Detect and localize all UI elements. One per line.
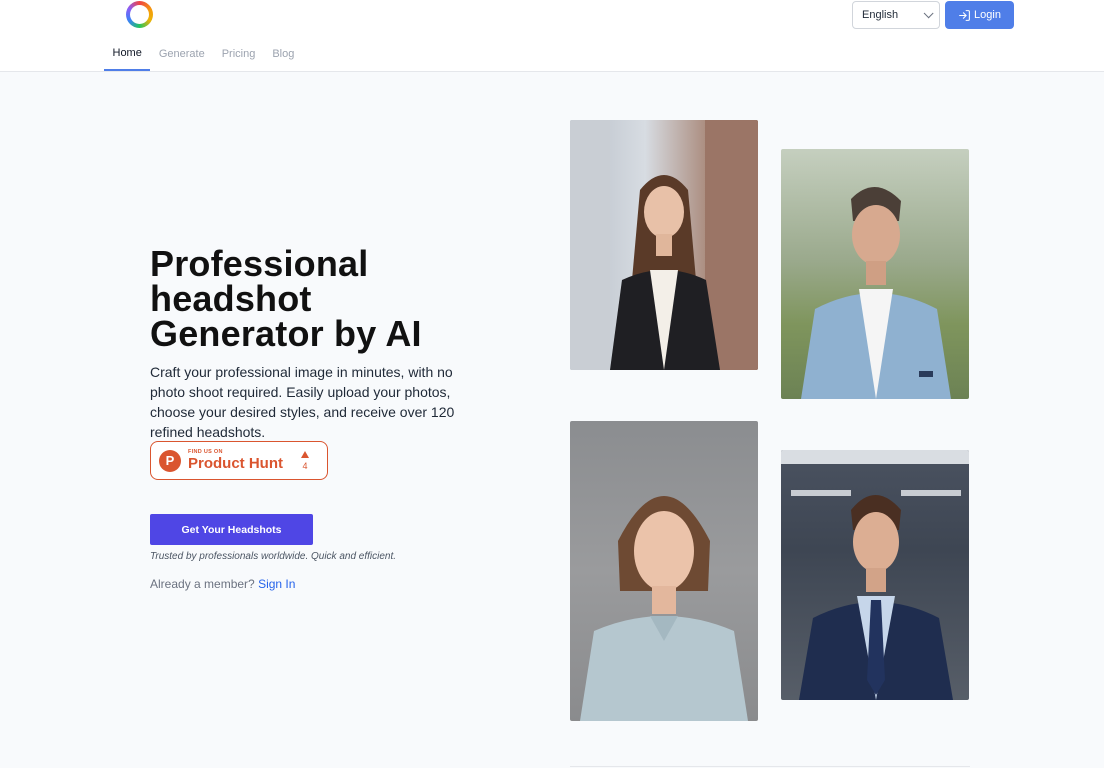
member-prompt-text: Already a member? (150, 577, 255, 591)
product-hunt-vote-count: 4 (302, 460, 308, 471)
main-nav: Home Generate Pricing Blog (104, 36, 303, 72)
language-selected: English (862, 9, 899, 21)
upvote-triangle-icon (301, 450, 309, 458)
woman-light-blue-shirt-photo (570, 421, 758, 721)
product-hunt-icon: P (159, 449, 181, 472)
nav-item-home[interactable]: Home (104, 36, 151, 71)
product-hunt-name: Product Hunt (188, 455, 283, 472)
product-hunt-text: FIND US ON Product Hunt (188, 449, 283, 472)
nav-item-pricing[interactable]: Pricing (213, 36, 264, 71)
section-divider (570, 766, 970, 767)
login-label: Login (974, 9, 1001, 21)
logo-ring-icon[interactable] (126, 1, 153, 28)
man-navy-suit-photo (781, 450, 969, 700)
login-button[interactable]: Login (945, 1, 1014, 29)
nav-item-blog[interactable]: Blog (264, 36, 303, 71)
login-icon (959, 9, 970, 21)
member-prompt: Already a member? Sign In (150, 577, 295, 591)
nav-item-generate[interactable]: Generate (150, 36, 213, 71)
top-header: English Login Home Generate Pricing Blog (0, 0, 1104, 72)
woman-black-blazer-photo (570, 120, 758, 370)
sign-in-link[interactable]: Sign In (258, 577, 295, 591)
language-select[interactable]: English (852, 1, 940, 29)
get-headshots-button[interactable]: Get Your Headshots (150, 514, 313, 545)
man-light-blue-suit-photo (781, 149, 969, 399)
product-hunt-votes: 4 (301, 450, 309, 471)
hero-title: Professional headshot Generator by AI (150, 243, 422, 354)
product-hunt-badge[interactable]: P FIND US ON Product Hunt 4 (150, 441, 328, 480)
chevron-down-icon (923, 7, 934, 18)
hero-description: Craft your professional image in minutes… (150, 364, 455, 440)
trusted-note: Trusted by professionals worldwide. Quic… (150, 551, 397, 562)
